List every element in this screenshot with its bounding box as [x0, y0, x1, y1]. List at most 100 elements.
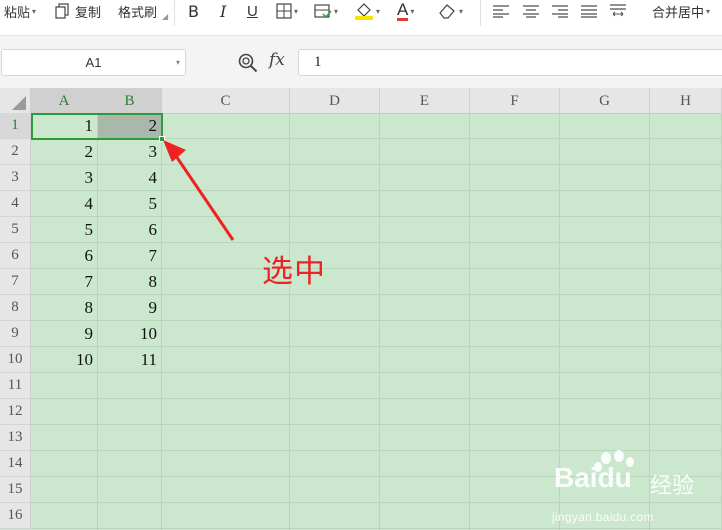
- fx-label: fx: [269, 50, 285, 70]
- name-box-dropdown-icon[interactable]: ▾: [176, 58, 180, 67]
- row-header-7[interactable]: 7: [0, 269, 31, 295]
- copy-button[interactable]: 复制: [55, 0, 101, 22]
- row-header-9[interactable]: 9: [0, 321, 31, 347]
- row-header-14[interactable]: 14: [0, 451, 31, 477]
- cell-style-dropdown-icon[interactable]: ▾: [334, 7, 338, 16]
- underline-button[interactable]: U: [247, 0, 258, 22]
- row-header-11[interactable]: 11: [0, 373, 31, 399]
- row-header-4[interactable]: 4: [0, 191, 31, 217]
- align-center-icon: [523, 5, 539, 18]
- clear-format-dropdown-icon[interactable]: ▾: [459, 7, 463, 16]
- column-header-d[interactable]: D: [290, 88, 380, 114]
- format-painter-button[interactable]: 格式刷: [118, 0, 157, 22]
- cell-a2[interactable]: 2: [31, 139, 98, 165]
- row-header-16[interactable]: 16: [0, 503, 31, 529]
- borders-dropdown-icon[interactable]: ▾: [294, 7, 298, 16]
- column-header-c[interactable]: C: [162, 88, 290, 114]
- cell-b5[interactable]: 6: [98, 217, 162, 243]
- cell-b4[interactable]: 5: [98, 191, 162, 217]
- toolbar-divider: [174, 0, 175, 26]
- fill-color-button[interactable]: ▾: [354, 0, 380, 22]
- row-header-15[interactable]: 15: [0, 477, 31, 503]
- eraser-icon: [439, 4, 455, 19]
- name-box-value: A1: [85, 55, 102, 70]
- cell-b8[interactable]: 9: [98, 295, 162, 321]
- toolbar-ribbon: 粘贴 ▾ 复制 格式刷 ◢ B I U ▾ ▾ ▾ A ▾ ▾ 合并居中 ▾: [0, 0, 722, 36]
- row-gridline: [31, 398, 722, 399]
- align-left-button[interactable]: [492, 0, 510, 22]
- row-gridline: [31, 424, 722, 425]
- insert-function-button[interactable]: fx: [269, 50, 285, 70]
- name-box[interactable]: A1 ▾: [1, 49, 186, 76]
- justify-button[interactable]: [580, 0, 598, 22]
- distributed-align-button[interactable]: [608, 0, 628, 22]
- row-header-13[interactable]: 13: [0, 425, 31, 451]
- cell-b10[interactable]: 11: [98, 347, 162, 373]
- cell-a7[interactable]: 7: [31, 269, 98, 295]
- row-header-6[interactable]: 6: [0, 243, 31, 269]
- column-header-row: ABCDEFGH: [0, 88, 722, 114]
- borders-button[interactable]: ▾: [276, 0, 298, 22]
- row-header-3[interactable]: 3: [0, 165, 31, 191]
- cell-a5[interactable]: 5: [31, 217, 98, 243]
- paste-dropdown-icon[interactable]: ▾: [32, 7, 36, 16]
- cell-style-icon: [314, 4, 332, 19]
- cell-a6[interactable]: 6: [31, 243, 98, 269]
- italic-button[interactable]: I: [220, 0, 226, 22]
- watermark-url: jingyan.baidu.com: [552, 510, 654, 524]
- cell-a3[interactable]: 3: [31, 165, 98, 191]
- select-all-corner[interactable]: [0, 88, 31, 114]
- watermark-brand-cn: 经验: [650, 473, 695, 498]
- merge-center-dropdown-icon[interactable]: ▾: [706, 7, 710, 16]
- paste-label: 粘贴: [4, 4, 31, 20]
- bold-button[interactable]: B: [188, 0, 199, 22]
- column-header-a[interactable]: A: [31, 88, 98, 114]
- row-header-1[interactable]: 1: [0, 113, 31, 139]
- row-header-8[interactable]: 8: [0, 295, 31, 321]
- column-header-e[interactable]: E: [380, 88, 470, 114]
- clear-format-button[interactable]: ▾: [437, 0, 463, 22]
- align-center-button[interactable]: [522, 0, 540, 22]
- column-gridline: [469, 114, 470, 530]
- cell-a4[interactable]: 4: [31, 191, 98, 217]
- cell-style-button[interactable]: ▾: [314, 0, 338, 22]
- cell-b3[interactable]: 4: [98, 165, 162, 191]
- font-color-dropdown-icon[interactable]: ▾: [410, 7, 414, 16]
- cell-b9[interactable]: 10: [98, 321, 162, 347]
- justify-icon: [581, 5, 597, 18]
- merge-center-label: 合并居中: [652, 4, 705, 20]
- formula-value: 1: [314, 54, 322, 70]
- cell-a9[interactable]: 9: [31, 321, 98, 347]
- row-header-12[interactable]: 12: [0, 399, 31, 425]
- paste-button[interactable]: 粘贴 ▾: [4, 0, 36, 22]
- row-header-2[interactable]: 2: [0, 139, 31, 165]
- formula-input[interactable]: 1: [298, 49, 722, 76]
- align-right-button[interactable]: [551, 0, 569, 22]
- italic-label: I: [220, 1, 227, 21]
- fill-color-dropdown-icon[interactable]: ▾: [376, 7, 380, 16]
- font-color-label: A: [397, 0, 409, 21]
- font-color-button[interactable]: A ▾: [397, 0, 414, 22]
- merge-center-button[interactable]: 合并居中 ▾: [652, 0, 710, 22]
- cell-a8[interactable]: 8: [31, 295, 98, 321]
- row-header-5[interactable]: 5: [0, 217, 31, 243]
- bold-label: B: [188, 1, 199, 21]
- select-all-triangle-icon: [12, 96, 26, 110]
- cell-a10[interactable]: 10: [31, 347, 98, 373]
- cell-b7[interactable]: 8: [98, 269, 162, 295]
- selection-border: [31, 113, 163, 140]
- zoom-icon[interactable]: [238, 53, 258, 73]
- column-gridline: [289, 114, 290, 530]
- column-header-g[interactable]: G: [560, 88, 650, 114]
- column-header-f[interactable]: F: [470, 88, 560, 114]
- column-header-b[interactable]: B: [98, 88, 162, 114]
- column-header-h[interactable]: H: [650, 88, 722, 114]
- watermark-brand: Baidu: [554, 462, 632, 493]
- distributed-align-icon: [610, 4, 626, 17]
- clipboard-group-launcher-icon[interactable]: ◢: [162, 12, 168, 21]
- annotation-label: 选中: [262, 254, 326, 290]
- row-header-10[interactable]: 10: [0, 347, 31, 373]
- cell-b6[interactable]: 7: [98, 243, 162, 269]
- fill-handle[interactable]: [159, 136, 165, 142]
- cell-b2[interactable]: 3: [98, 139, 162, 165]
